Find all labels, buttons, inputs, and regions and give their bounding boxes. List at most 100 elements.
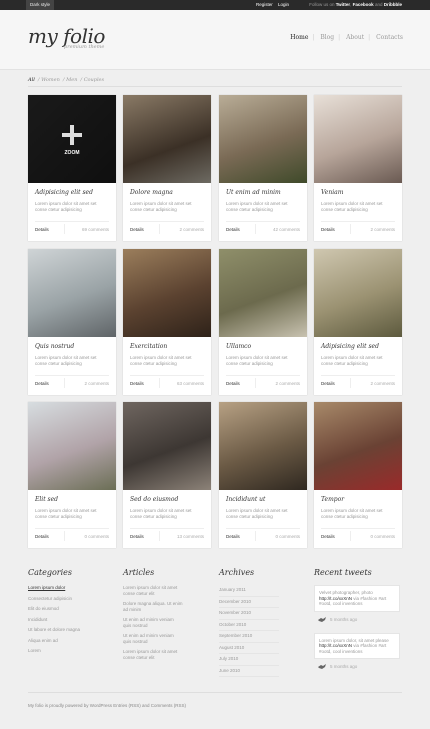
tweet-link[interactable]: http://t.co/xxXnN [319,643,352,648]
comments-count[interactable]: 42 comments [273,227,300,232]
article-link[interactable]: Ut enim ad minim veniam quis nostrud [123,633,183,644]
archive-link[interactable]: October 2010 [219,620,279,631]
card-title[interactable]: Tempor [321,496,344,503]
filter-women[interactable]: Women [41,77,60,83]
article-link[interactable]: Lorem ipsum dolor sit amet conse ctetur … [123,649,183,660]
zoom-label: ZOOM [64,150,80,156]
details-link[interactable]: Details [35,227,49,232]
comments-count[interactable]: 63 comments [177,381,204,386]
login-link[interactable]: Login [278,2,289,7]
category-link[interactable]: Incididunt [28,617,116,623]
portfolio-card[interactable]: ZOOM Adipisicing elit sed Lorem ipsum dolo… [28,95,116,241]
style-switch[interactable]: Dark style [26,0,55,10]
article-link[interactable]: Lorem ipsum dolor sit amet conse ctetur … [123,585,183,596]
comments-count[interactable]: 2 comments [370,227,395,232]
portfolio-photo[interactable] [314,402,402,490]
card-title[interactable]: Veniam [321,189,343,196]
category-link[interactable]: Lorem ipsum dolor [28,585,116,591]
archive-link[interactable]: January 2011 [219,585,279,597]
portfolio-card[interactable]: Ut enim ad minim Lorem ipsum dolor sit am… [219,95,307,241]
portfolio-card[interactable]: Sed do eiusmod Lorem ipsum dolor sit amet… [123,402,211,548]
details-link[interactable]: Details [35,381,49,386]
archive-link[interactable]: August 2010 [219,643,279,654]
tweet-link[interactable]: http://t.co/xxXnN [319,596,352,601]
details-link[interactable]: Details [321,534,335,539]
filter-couples[interactable]: Couples [84,77,104,83]
details-link[interactable]: Details [130,381,144,386]
details-link[interactable]: Details [130,534,144,539]
portfolio-photo[interactable] [123,402,211,490]
portfolio-photo[interactable] [314,95,402,183]
portfolio-card[interactable]: Exercitation Lorem ipsum dolor sit amet s… [123,249,211,395]
card-title[interactable]: Ullamco [226,343,251,350]
comments-count[interactable]: 2 comments [275,381,300,386]
archive-link[interactable]: July 2010 [219,654,279,666]
card-title[interactable]: Ut enim ad minim [226,189,281,196]
comments-count[interactable]: 2 comments [179,227,204,232]
archive-link[interactable]: November 2010 [219,608,279,620]
comments-count[interactable]: 13 comments [177,534,204,539]
divider [321,528,395,529]
portfolio-photo[interactable] [123,249,211,337]
portfolio-card[interactable]: Incididunt ut Lorem ipsum dolor sit amet … [219,402,307,548]
comments-count[interactable]: 0 comments [370,534,395,539]
card-title[interactable]: Adipisicing elit sed [321,343,379,350]
card-title[interactable]: Incididunt ut [226,496,265,503]
portfolio-card[interactable]: Tempor Lorem ipsum dolor sit amet set con… [314,402,402,548]
comments-count[interactable]: 0 comments [84,534,109,539]
portfolio-photo[interactable] [219,402,307,490]
details-link[interactable]: Details [321,227,335,232]
portfolio-photo[interactable] [123,95,211,183]
portfolio-card[interactable]: Adipisicing elit sed Lorem ipsum dolor si… [314,249,402,395]
nav-about[interactable]: About [346,34,364,41]
zoom-overlay[interactable]: ZOOM [28,95,116,183]
divider [159,224,160,234]
comments-count[interactable]: 2 comments [84,381,109,386]
portfolio-photo[interactable] [219,249,307,337]
category-link[interactable]: Lorem [28,648,116,654]
portfolio-card[interactable]: Dolore magna Lorem ipsum dolor sit amet s… [123,95,211,241]
portfolio-photo[interactable] [314,249,402,337]
card-title[interactable]: Exercitation [130,343,167,350]
details-link[interactable]: Details [226,534,240,539]
details-link[interactable]: Details [226,227,240,232]
comments-count[interactable]: 69 comments [82,227,109,232]
details-link[interactable]: Details [130,227,144,232]
details-link[interactable]: Details [226,381,240,386]
nav-blog[interactable]: Blog [320,34,334,41]
portfolio-photo[interactable] [219,95,307,183]
card-title[interactable]: Quis nostrud [35,343,74,350]
comments-count[interactable]: 2 comments [370,381,395,386]
archive-link[interactable]: June 2010 [219,666,279,677]
dribbble-link[interactable]: Dribbble [384,2,402,7]
portfolio-photo[interactable] [28,249,116,337]
category-link[interactable]: Aliqua enim ad [28,638,116,644]
portfolio-card[interactable]: Elit sed Lorem ipsum dolor sit amet set c… [28,402,116,548]
card-title[interactable]: Dolore magna [130,189,173,196]
card-title[interactable]: Elit sed [35,496,58,503]
category-link[interactable]: Ut labore et dolore magna [28,627,116,633]
category-link[interactable]: Consectetur adipisicin [28,596,116,602]
archive-link[interactable]: September 2010 [219,631,279,643]
article-link[interactable]: Dolore magna aliqua. Ut enim ad minim [123,601,183,612]
article-link[interactable]: Ut enim ad minim veniam quis nostrud [123,617,183,628]
twitter-link[interactable]: Twitter [336,2,350,7]
filter-men[interactable]: Men [66,77,77,83]
details-link[interactable]: Details [35,534,49,539]
portfolio-card[interactable]: Veniam Lorem ipsum dolor sit amet set con… [314,95,402,241]
facebook-link[interactable]: Facebook [353,2,374,7]
nav-home[interactable]: Home [290,34,308,41]
portfolio-card[interactable]: Ullamco Lorem ipsum dolor sit amet set co… [219,249,307,395]
comments-count[interactable]: 0 comments [275,534,300,539]
details-link[interactable]: Details [321,381,335,386]
register-link[interactable]: Register [256,2,273,7]
portfolio-card[interactable]: Quis nostrud Lorem ipsum dolor sit amet s… [28,249,116,395]
divider [35,221,109,222]
card-title[interactable]: Sed do eiusmod [130,496,178,503]
filter-all[interactable]: All [28,77,35,83]
category-link[interactable]: Elit do eiusmod [28,606,116,612]
card-title[interactable]: Adipisicing elit sed [35,189,93,196]
archive-link[interactable]: December 2010 [219,597,279,608]
nav-contacts[interactable]: Contacts [376,34,403,41]
portfolio-photo[interactable] [28,402,116,490]
